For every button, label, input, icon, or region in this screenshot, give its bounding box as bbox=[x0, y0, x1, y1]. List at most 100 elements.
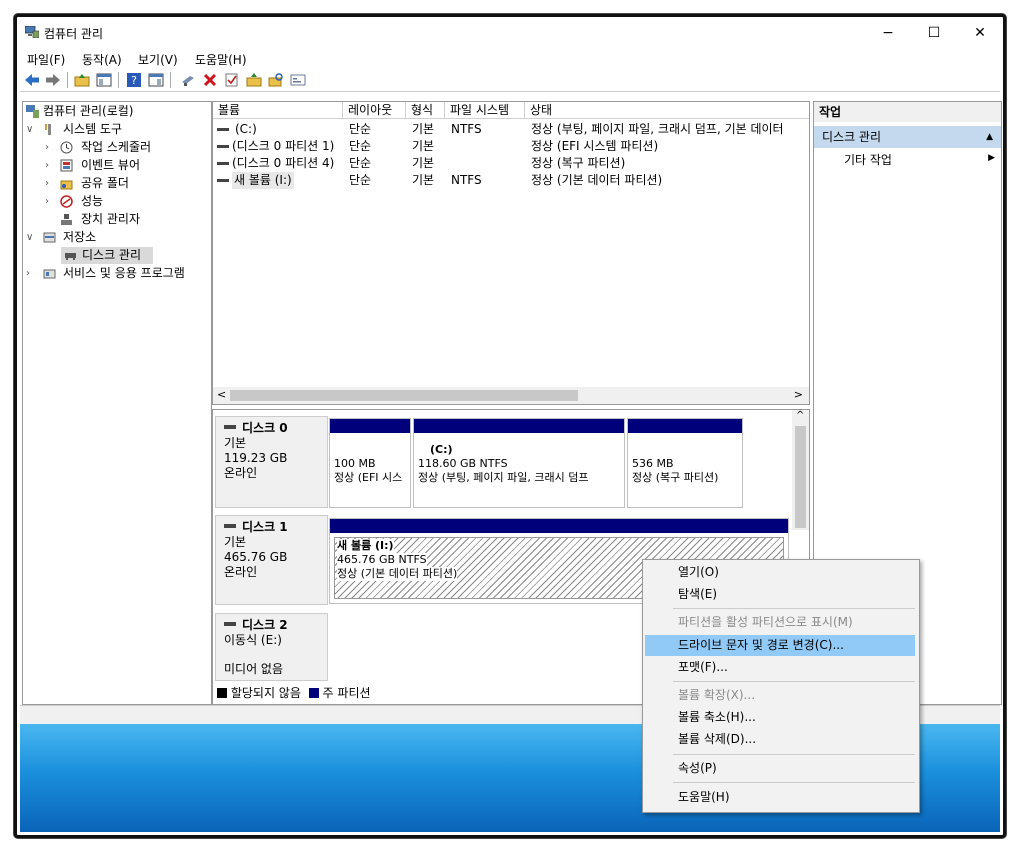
chevron-right-icon[interactable]: › bbox=[45, 193, 55, 210]
column-header-layout[interactable]: 레이아웃 bbox=[343, 102, 406, 119]
disk-0-state: 온라인 bbox=[224, 466, 258, 480]
context-menu: 열기(O) 탐색(E) 파티션을 활성 파티션으로 표시(M) 드라이브 문자 … bbox=[642, 559, 920, 813]
disk-management-icon bbox=[65, 253, 76, 260]
scroll-up-icon[interactable]: ^ bbox=[796, 410, 804, 421]
disk-0-info[interactable]: 디스크 0 기본 119.23 GB 온라인 bbox=[215, 416, 328, 508]
menu-item-properties[interactable]: 속성(P) bbox=[645, 758, 915, 779]
chevron-down-icon[interactable]: ∨ bbox=[26, 121, 36, 138]
window-title: 컴퓨터 관리 bbox=[44, 27, 104, 41]
disk-2-type: 이동식 (E:) bbox=[224, 633, 282, 647]
close-button[interactable]: ✕ bbox=[957, 20, 1003, 46]
show-action-pane-icon[interactable] bbox=[148, 72, 164, 88]
column-header-volume[interactable]: 볼륨 bbox=[213, 102, 343, 119]
disk-2-name: 디스크 2 bbox=[242, 618, 288, 632]
table-row[interactable]: (디스크 0 파티션 4) 단순 기본 정상 (복구 파티션) bbox=[213, 155, 809, 172]
unallocated-swatch bbox=[217, 688, 227, 698]
disk-2-state: 미디어 없음 bbox=[224, 662, 284, 676]
volume-icon bbox=[217, 162, 229, 165]
menu-item-shrink-volume[interactable]: 볼륨 축소(H)... bbox=[645, 707, 915, 728]
legend-primary: 주 파티션 bbox=[322, 686, 371, 700]
properties-check-icon[interactable] bbox=[224, 72, 240, 88]
legend-unallocated: 할당되지 않음 bbox=[230, 686, 301, 700]
table-row[interactable]: (디스크 0 파티션 1) 단순 기본 정상 (EFI 시스템 파티션) bbox=[213, 138, 809, 155]
event-viewer-icon bbox=[60, 159, 73, 172]
screenshot-frame: 컴퓨터 관리 − ☐ ✕ 파일(F) 동작(A) 보기(V) 도움말(H) ? … bbox=[14, 14, 1006, 838]
device-manager-icon bbox=[61, 214, 72, 225]
volume-list: 볼륨 레이아웃 형식 파일 시스템 상태 (C:) 단순 기본 NTFS 정상 … bbox=[212, 101, 810, 405]
disk-0-name: 디스크 0 bbox=[242, 421, 288, 435]
horizontal-scrollbar[interactable]: < > bbox=[213, 387, 809, 404]
show-hide-tree-icon[interactable] bbox=[96, 72, 112, 88]
minimize-button[interactable]: − bbox=[865, 20, 911, 46]
disk-1-info[interactable]: 디스크 1 기본 465.76 GB 온라인 bbox=[215, 515, 328, 605]
volume-icon bbox=[217, 179, 229, 182]
back-arrow-icon[interactable] bbox=[24, 72, 40, 88]
column-header-status[interactable]: 상태 bbox=[525, 102, 809, 119]
menu-item-extend-volume: 볼륨 확장(X)... bbox=[678, 688, 756, 702]
table-row[interactable]: 새 볼륨 (I:) 단순 기본 NTFS 정상 (기본 데이터 파티션) bbox=[213, 172, 809, 189]
import-folder-icon[interactable] bbox=[246, 72, 262, 88]
menu-item-delete-volume[interactable]: 볼륨 삭제(D)... bbox=[645, 729, 915, 750]
menu-item-format[interactable]: 포맷(F)... bbox=[645, 657, 915, 678]
primary-swatch bbox=[308, 688, 319, 698]
menu-separator bbox=[673, 782, 915, 783]
search-folder-icon[interactable] bbox=[268, 72, 284, 88]
tree-item-disk-management[interactable]: 디스크 관리 bbox=[61, 247, 153, 264]
column-header-type[interactable]: 형식 bbox=[406, 102, 445, 119]
menu-item-change-drive-letter[interactable]: 드라이브 문자 및 경로 변경(C)... bbox=[645, 635, 915, 656]
scroll-left-icon[interactable]: < bbox=[217, 388, 226, 401]
action-section-disk-management[interactable]: 디스크 관리 ▲ bbox=[814, 126, 1001, 148]
menu-item-mark-active: 파티션을 활성 파티션으로 표시(M) bbox=[678, 615, 853, 629]
legend: 할당되지 않음 주 파티션 bbox=[217, 684, 371, 701]
chevron-right-icon[interactable]: › bbox=[45, 175, 55, 192]
computer-management-window: 컴퓨터 관리 − ☐ ✕ 파일(F) 동작(A) 보기(V) 도움말(H) ? … bbox=[20, 20, 1002, 832]
menu-item-explore[interactable]: 탐색(E) bbox=[645, 584, 915, 605]
up-folder-icon[interactable] bbox=[74, 72, 90, 88]
chevron-down-icon[interactable]: ∨ bbox=[26, 229, 36, 246]
partition-c[interactable]: (C:) 118.60 GB NTFS 정상 (부팅, 페이지 파일, 크래시 … bbox=[413, 418, 625, 508]
vertical-scrollbar[interactable]: ^ bbox=[792, 410, 809, 530]
action-pane-header: 작업 bbox=[814, 102, 1001, 122]
disk-icon bbox=[224, 524, 236, 528]
submenu-arrow-icon[interactable]: ▶ bbox=[988, 153, 995, 163]
column-header-filesystem[interactable]: 파일 시스템 bbox=[445, 102, 525, 119]
volume-icon bbox=[217, 128, 229, 131]
scrollbar-thumb[interactable] bbox=[230, 390, 578, 401]
disk-0-size: 119.23 GB bbox=[224, 451, 288, 465]
disk-icon bbox=[224, 425, 236, 429]
disk-0-partitions: 100 MB 정상 (EFI 시스 (C:) 118.60 GB NTFS 정상… bbox=[329, 418, 743, 508]
console-tree: 컴퓨터 관리(로컬) ∨ 시스템 도구 › 작업 스케줄러 › 이벤트 뷰어 ›… bbox=[22, 101, 212, 705]
chevron-right-icon[interactable]: › bbox=[45, 157, 55, 174]
partition-efi[interactable]: 100 MB 정상 (EFI 시스 bbox=[329, 418, 411, 508]
computer-management-icon bbox=[26, 105, 39, 118]
menu-view[interactable]: 보기(V) bbox=[138, 51, 178, 68]
chevron-right-icon[interactable]: › bbox=[45, 139, 55, 156]
action-more-actions[interactable]: 기타 작업 bbox=[844, 150, 892, 170]
computer-management-icon bbox=[25, 26, 39, 38]
scroll-right-icon[interactable]: > bbox=[794, 388, 803, 401]
table-row[interactable]: (C:) 단순 기본 NTFS 정상 (부팅, 페이지 파일, 크래시 덤프, … bbox=[213, 121, 809, 138]
menu-item-help[interactable]: 도움말(H) bbox=[645, 787, 915, 808]
collapse-up-icon[interactable]: ▲ bbox=[986, 126, 993, 148]
disk-2-info[interactable]: 디스크 2 이동식 (E:) 미디어 없음 bbox=[215, 613, 328, 681]
menu-file[interactable]: 파일(F) bbox=[27, 51, 65, 68]
forward-arrow-icon[interactable] bbox=[45, 72, 61, 88]
title-bar: 컴퓨터 관리 − ☐ ✕ bbox=[20, 20, 1000, 46]
menu-separator bbox=[673, 608, 915, 609]
maximize-button[interactable]: ☐ bbox=[911, 20, 957, 46]
menu-help[interactable]: 도움말(H) bbox=[195, 51, 247, 68]
services-icon bbox=[43, 269, 56, 279]
partition-recovery[interactable]: 536 MB 정상 (복구 파티션) bbox=[627, 418, 743, 508]
console-view-icon[interactable] bbox=[290, 72, 306, 88]
scrollbar-thumb[interactable] bbox=[795, 426, 806, 528]
help-icon[interactable]: ? bbox=[126, 72, 142, 88]
delete-icon[interactable] bbox=[202, 72, 218, 88]
toolbar: ? bbox=[20, 69, 1000, 92]
menu-item-open[interactable]: 열기(O) bbox=[645, 562, 915, 583]
menu-bar: 파일(F) 동작(A) 보기(V) 도움말(H) bbox=[20, 48, 1000, 68]
volume-icon bbox=[217, 145, 229, 148]
connect-icon[interactable] bbox=[180, 72, 196, 88]
chevron-right-icon[interactable]: › bbox=[26, 265, 36, 282]
menu-action[interactable]: 동작(A) bbox=[82, 51, 122, 68]
menu-separator bbox=[673, 754, 915, 755]
